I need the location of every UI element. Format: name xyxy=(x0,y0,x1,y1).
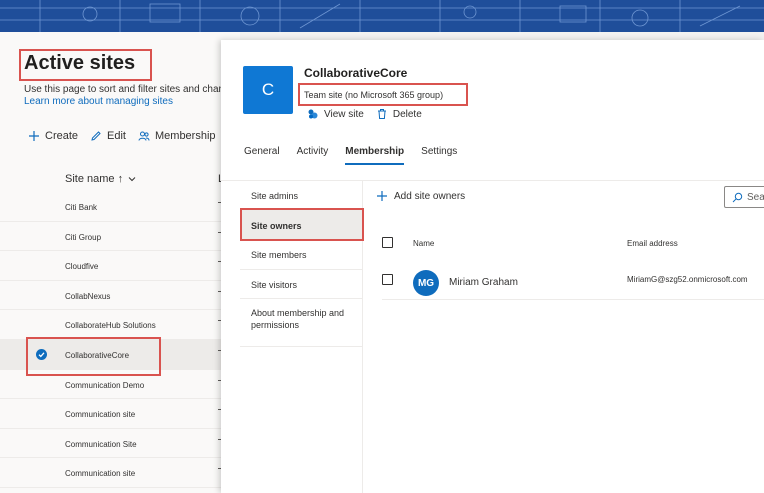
site-row[interactable]: CollabNexus xyxy=(0,281,240,311)
site-name: Citi Group xyxy=(65,232,102,242)
delete-button[interactable]: Delete xyxy=(376,108,422,120)
tab-general[interactable]: General xyxy=(244,146,280,165)
site-row[interactable]: Communication Site xyxy=(0,429,240,459)
site-name: Communication Site xyxy=(65,439,137,449)
active-sites-page: Active sites Use this page to sort and f… xyxy=(0,32,240,493)
panel-site-title: CollaborativeCore xyxy=(304,66,408,80)
membership-button[interactable]: Membership xyxy=(138,130,233,142)
sites-list: Citi Bank Citi Group Cloudfive CollabNex… xyxy=(0,192,240,488)
trash-icon xyxy=(377,109,386,119)
row-checkbox[interactable] xyxy=(382,274,393,285)
nav-site-admins[interactable]: Site admins xyxy=(240,181,362,211)
membership-nav: Site admins Site owners Site members Sit… xyxy=(240,181,363,493)
nav-site-owners[interactable]: Site owners xyxy=(240,210,362,240)
site-row[interactable]: Citi Group xyxy=(0,222,240,252)
site-name: Communication Demo xyxy=(65,380,145,390)
tab-activity[interactable]: Activity xyxy=(297,146,329,165)
add-site-owners-label: Add site owners xyxy=(394,190,466,202)
plus-icon xyxy=(29,131,39,141)
chevron-down-icon xyxy=(128,177,136,182)
add-site-owners-button[interactable]: Add site owners xyxy=(376,190,465,202)
site-name-column-header[interactable]: Site name ↑ xyxy=(65,173,137,185)
create-button[interactable]: Create xyxy=(28,130,78,142)
search-input[interactable]: Sea xyxy=(724,186,764,208)
blueprint-pattern xyxy=(0,0,764,32)
site-name: Citi Bank xyxy=(65,203,98,212)
site-row[interactable]: CollaborateHub Solutions xyxy=(0,310,240,340)
name-column-header[interactable]: Name xyxy=(413,239,434,248)
create-label: Create xyxy=(45,130,79,142)
avatar: MG xyxy=(413,270,439,296)
table-row[interactable]: MG Miriam Graham MiriamG@szg52.onmicroso… xyxy=(382,262,764,300)
tab-membership[interactable]: Membership xyxy=(345,146,405,165)
page-title: Active sites xyxy=(24,52,136,74)
panel-tabs: General Activity Membership Settings xyxy=(244,146,474,165)
page-description: Use this page to sort and filter sites a… xyxy=(24,84,224,95)
panel-actions: View site Delete xyxy=(307,108,422,120)
search-placeholder: Sea xyxy=(747,191,764,203)
nav-site-members[interactable]: Site members xyxy=(240,240,362,270)
site-name: Communication site xyxy=(65,469,136,479)
selected-check-icon[interactable] xyxy=(36,348,47,360)
view-site-icon xyxy=(308,109,318,119)
site-row[interactable]: Communication site xyxy=(0,399,240,429)
site-name: Cloudfive xyxy=(65,262,99,272)
owners-table-header: Name Email address xyxy=(382,236,764,260)
site-logo-tile: C xyxy=(243,66,293,114)
view-site-label: View site xyxy=(324,108,364,120)
site-row[interactable]: Communication site xyxy=(0,458,240,488)
site-row[interactable]: Citi Bank xyxy=(0,192,240,222)
site-details-panel: C CollaborativeCore Team site (no Micros… xyxy=(221,40,764,493)
plus-icon xyxy=(377,191,387,201)
view-site-button[interactable]: View site xyxy=(307,108,364,120)
site-row[interactable]: Communication Demo xyxy=(0,370,240,400)
site-name: CollabNexus xyxy=(65,291,111,301)
edit-label: Edit xyxy=(107,130,126,142)
delete-label: Delete xyxy=(392,108,422,120)
select-all-checkbox[interactable] xyxy=(382,237,393,248)
site-name-header-label: Site name ↑ xyxy=(65,173,124,185)
owner-email: MiriamG@szg52.onmicrosoft.com xyxy=(627,275,748,284)
site-name: Communication site xyxy=(65,410,136,420)
membership-label: Membership xyxy=(155,130,216,142)
nav-site-visitors[interactable]: Site visitors xyxy=(240,270,362,299)
people-icon xyxy=(138,131,150,141)
tab-settings[interactable]: Settings xyxy=(421,146,457,165)
search-icon xyxy=(732,192,743,202)
site-name: CollaborativeCore xyxy=(65,350,130,360)
header-banner xyxy=(0,0,764,32)
owner-name: Miriam Graham xyxy=(449,277,518,288)
command-bar: Create Edit Membership xyxy=(28,130,233,142)
site-row-selected[interactable]: CollaborativeCore xyxy=(0,339,240,370)
site-row[interactable]: Cloudfive xyxy=(0,251,240,281)
edit-button[interactable]: Edit xyxy=(90,130,126,142)
email-column-header[interactable]: Email address xyxy=(627,239,678,248)
site-name: CollaborateHub Solutions xyxy=(65,321,156,331)
learn-more-link[interactable]: Learn more about managing sites xyxy=(24,96,173,107)
pencil-icon xyxy=(91,131,101,141)
site-type-label: Team site (no Microsoft 365 group) xyxy=(304,90,444,100)
nav-about-membership[interactable]: About membership and permissions xyxy=(240,299,362,347)
